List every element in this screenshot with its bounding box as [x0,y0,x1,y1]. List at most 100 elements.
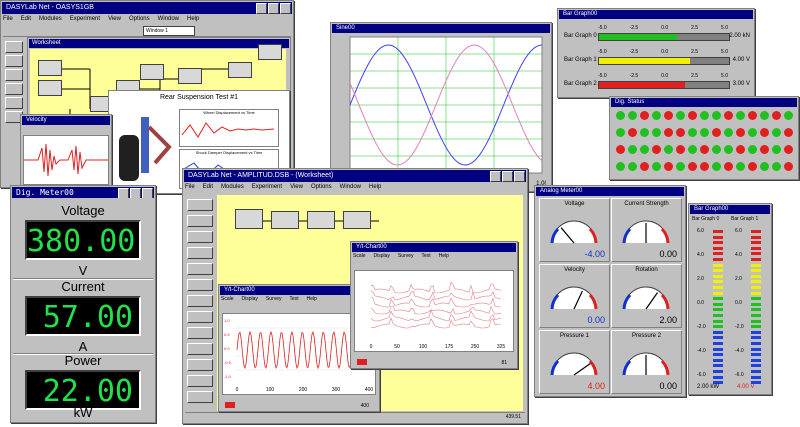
minimize-button[interactable] [256,3,267,14]
menu-view[interactable]: View [290,184,303,190]
close-button[interactable] [280,3,291,14]
scale-tick: -2.5 [630,73,639,79]
module-block[interactable] [178,68,202,84]
module-block[interactable] [343,211,371,229]
minimize-button[interactable] [118,188,129,198]
module-block[interactable] [258,44,282,60]
menu-scale[interactable]: Scale [353,253,366,259]
bar-graph-v-window: Bar Graph00 Bar Graph 0 Bar Graph 1 6.0 4… [688,203,772,395]
module-icon[interactable] [187,343,213,355]
status-led [772,111,781,120]
menu-edit[interactable]: Edit [21,16,31,22]
minimize-button[interactable] [490,171,501,182]
bar-segment [751,353,761,356]
menu-options[interactable]: Options [129,16,150,22]
maximize-button[interactable] [130,188,141,198]
main-title-bar[interactable]: DASYLab Net - OASYS1GB [2,2,292,14]
chart-b-menu: Scale Display Survey Text Help [353,252,515,261]
module-icon[interactable] [187,295,213,307]
module-icon[interactable] [187,375,213,387]
menu-help[interactable]: Help [187,16,199,22]
module-icon[interactable] [187,263,213,275]
menu-modules[interactable]: Modules [39,16,62,22]
bar-segment [751,308,761,311]
yt-chart-title: Sine00 [332,24,550,33]
current-label: Current [11,279,155,294]
close-button[interactable] [514,171,525,182]
status-led [616,145,625,154]
velocity-window: Velocity [20,114,112,188]
module-icon[interactable] [187,327,213,339]
module-block[interactable] [38,80,62,96]
digital-meter-title-bar[interactable]: Dig. Meter00 [12,187,154,198]
menu-view[interactable]: View [108,16,121,22]
menu-survey[interactable]: Survey [398,253,414,259]
module-block[interactable] [307,211,335,229]
module-icon[interactable] [187,391,213,403]
menu-help[interactable]: Help [307,296,317,302]
menu-text[interactable]: Text [421,253,430,259]
menu-display[interactable]: Display [374,253,390,259]
menu-experiment[interactable]: Experiment [252,184,282,190]
module-block[interactable] [38,60,62,76]
menu-text[interactable]: Text [289,296,298,302]
bar-segment [751,286,761,289]
module-icon[interactable] [5,69,23,81]
module-icon[interactable] [187,199,213,211]
module-icon[interactable] [187,279,213,291]
worksheet-title: Worksheet [29,39,289,48]
module-icon[interactable] [187,215,213,227]
bar-segment [713,252,723,255]
menu-options[interactable]: Options [311,184,332,190]
module-icon[interactable] [187,311,213,323]
window-select[interactable]: Window 1 [143,26,195,36]
status-led [784,162,793,171]
status-led [664,145,673,154]
menu-survey[interactable]: Survey [266,296,282,302]
menu-file[interactable]: File [185,184,195,190]
menu-help[interactable]: Help [439,253,449,259]
bar-segment [751,320,761,323]
menu-edit[interactable]: Edit [203,184,213,190]
module-icon[interactable] [187,247,213,259]
scale-tick: 6.0 [735,228,742,234]
module-icon[interactable] [5,55,23,67]
status-led [664,162,673,171]
close-button[interactable] [142,188,153,198]
menu-experiment[interactable]: Experiment [70,16,100,22]
module-icon[interactable] [5,97,23,109]
status-led [640,162,649,171]
status-led [784,128,793,137]
menu-help[interactable]: Help [369,184,381,190]
maximize-button[interactable] [268,3,279,14]
bar-segment [751,252,761,255]
maximize-button[interactable] [502,171,513,182]
module-icon[interactable] [187,359,213,371]
menu-file[interactable]: File [3,16,13,22]
module-block[interactable] [271,211,299,229]
menu-window[interactable]: Window [158,16,179,22]
stop-button[interactable] [225,402,235,408]
stop-button[interactable] [357,359,367,365]
bar-segment [713,348,723,351]
dial-value: 0.00 [659,249,677,259]
menu-modules[interactable]: Modules [221,184,244,190]
second-title-bar[interactable]: DASYLab Net - AMPLITUD.DSB - (Worksheet) [184,170,526,182]
module-block[interactable] [140,64,164,80]
menu-scale[interactable]: Scale [221,296,234,302]
module-block[interactable] [235,209,263,229]
chart-a-end: 400 [361,403,369,409]
bar-value: 3.00 V [733,81,750,87]
menu-display[interactable]: Display [242,296,258,302]
module-icon[interactable] [5,41,23,53]
scale-tick: 2.5 [691,25,698,31]
status-led [760,145,769,154]
bar-segment [751,241,761,244]
x-tick-label: 0 [236,387,239,393]
module-block[interactable] [228,62,252,78]
module-icon[interactable] [187,231,213,243]
menu-window[interactable]: Window [340,184,361,190]
module-icon[interactable] [5,83,23,95]
scale-tick: 0.0 [735,300,742,306]
digital-meter-title: Dig. Meter00 [16,188,74,197]
